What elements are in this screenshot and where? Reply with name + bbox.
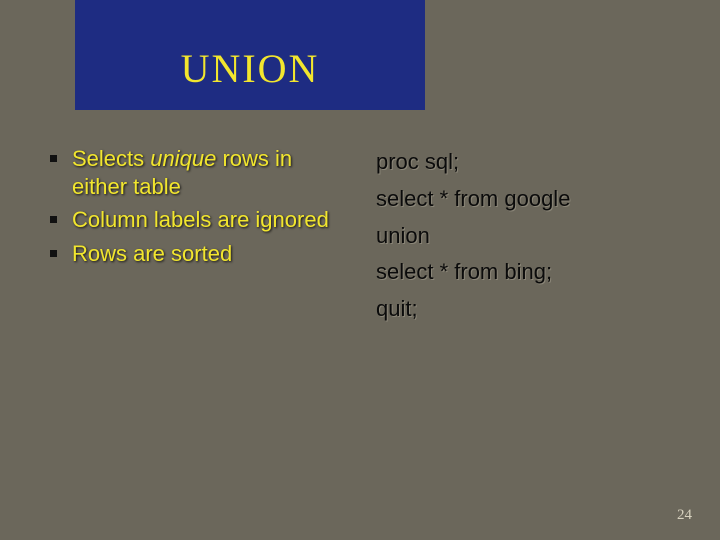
code-line: quit; — [376, 294, 680, 325]
list-item: Column labels are ignored — [48, 206, 348, 234]
code-line: select * from bing; — [376, 257, 680, 288]
page-number: 24 — [677, 507, 692, 524]
bullet-text-em: unique — [150, 146, 216, 171]
right-column: proc sql; select * from google union sel… — [376, 145, 680, 331]
slide-title: UNION — [181, 45, 320, 92]
code-line: select * from google — [376, 184, 680, 215]
bullet-text-pre: Selects — [72, 146, 150, 171]
bullet-list: Selects unique rows in either table Colu… — [48, 145, 348, 267]
list-item: Rows are sorted — [48, 240, 348, 268]
code-line: union — [376, 221, 680, 252]
bullet-text-pre: Rows are sorted — [72, 241, 232, 266]
left-column: Selects unique rows in either table Colu… — [48, 145, 348, 331]
bullet-text-pre: Column labels are ignored — [72, 207, 329, 232]
code-line: proc sql; — [376, 147, 680, 178]
list-item: Selects unique rows in either table — [48, 145, 348, 200]
title-bar: UNION — [75, 0, 425, 110]
content-area: Selects unique rows in either table Colu… — [48, 145, 680, 331]
